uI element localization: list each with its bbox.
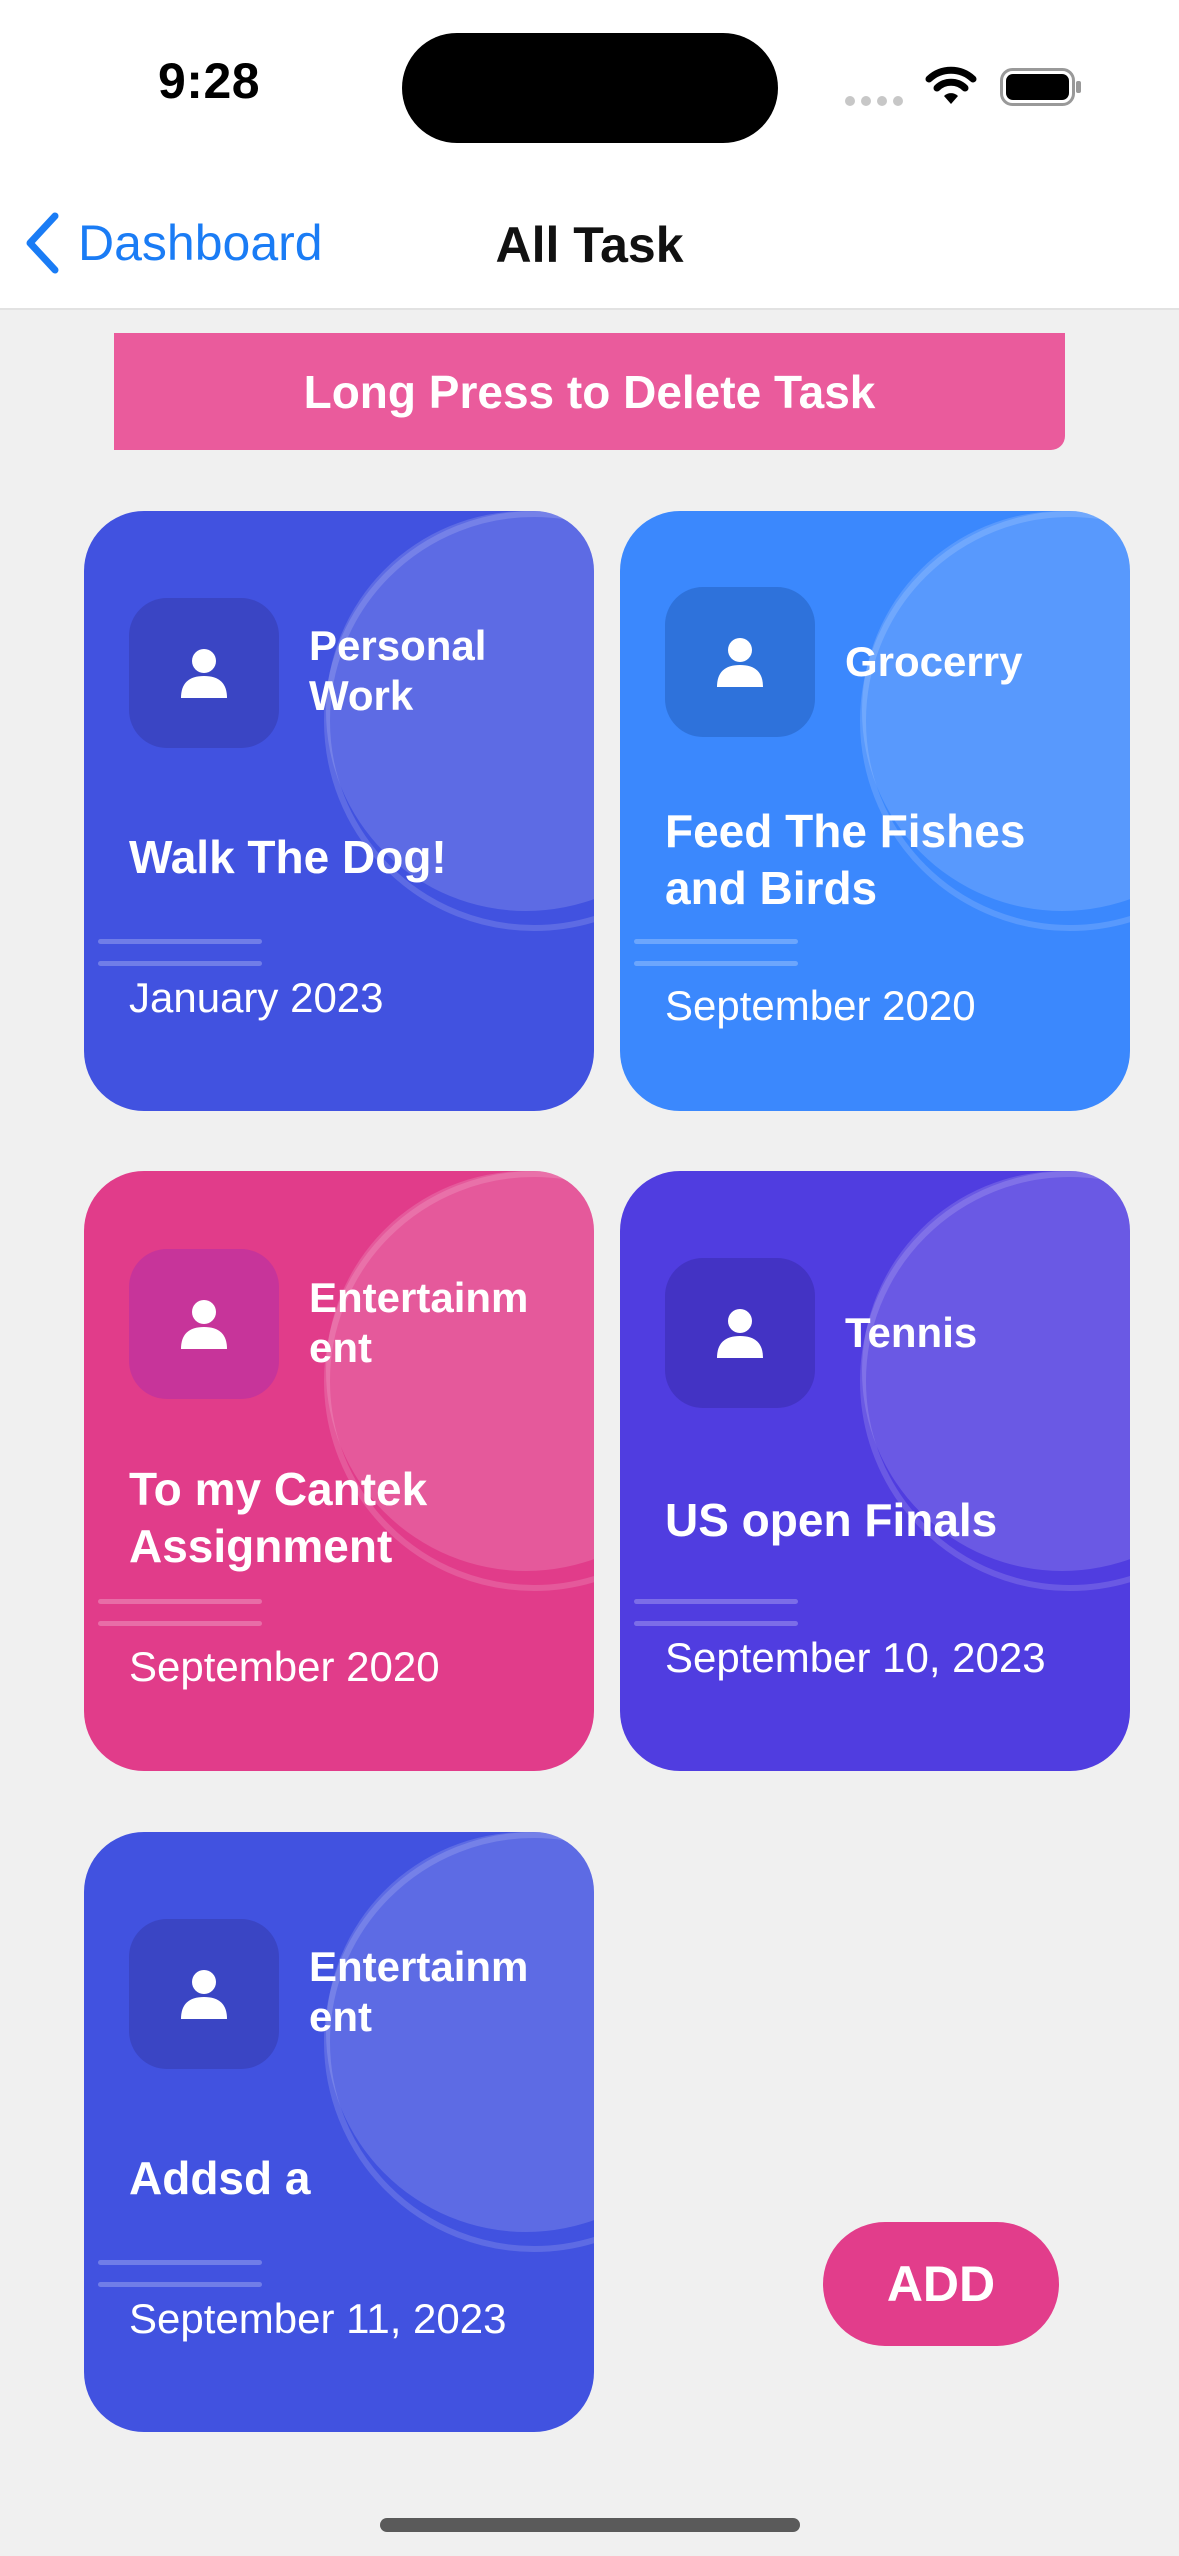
category-icon-box — [665, 587, 815, 737]
category-icon-box — [665, 1258, 815, 1408]
divider — [98, 961, 262, 966]
task-date: September 11, 2023 — [129, 2295, 507, 2342]
divider — [634, 1599, 798, 1604]
battery-icon — [1000, 68, 1081, 106]
task-date: September 2020 — [665, 982, 976, 1029]
task-card[interactable]: Grocerry Feed The Fishes and Birds Septe… — [620, 511, 1130, 1111]
category-icon-box — [129, 598, 279, 748]
delete-hint-banner: Long Press to Delete Task — [114, 333, 1065, 450]
status-time: 9:28 — [158, 53, 261, 109]
category-icon-box — [129, 1249, 279, 1399]
task-title: Addsd a — [129, 2152, 311, 2204]
task-category: Personal Work — [309, 622, 487, 719]
task-date: January 2023 — [129, 974, 384, 1021]
dynamic-island — [402, 33, 778, 143]
person-icon — [181, 1300, 227, 1349]
divider — [98, 939, 262, 944]
navigation-bar: Dashboard All Task — [0, 170, 1179, 310]
task-card[interactable]: Tennis US open Finals September 10, 2023 — [620, 1171, 1130, 1771]
task-card[interactable]: Personal Work Walk The Dog! January 2023 — [84, 511, 594, 1111]
divider — [634, 939, 798, 944]
task-title: US open Finals — [665, 1494, 998, 1546]
task-category: Tennis — [845, 1309, 978, 1356]
task-card[interactable]: Entertainm ent Addsd a September 11, 202… — [84, 1832, 594, 2432]
person-icon — [717, 1309, 763, 1358]
category-icon-box — [129, 1919, 279, 2069]
home-indicator[interactable] — [380, 2518, 800, 2532]
person-icon — [181, 649, 227, 698]
task-category: Entertainm ent — [309, 1274, 529, 1371]
task-category: Grocerry — [845, 638, 1023, 685]
wifi-icon — [925, 66, 977, 104]
divider — [98, 1599, 262, 1604]
page-title: All Task — [495, 217, 684, 273]
task-title: Feed The Fishes and Birds — [665, 805, 1026, 914]
task-title: To my Cantek Assignment — [129, 1463, 428, 1572]
task-card[interactable]: Entertainm ent To my Cantek Assignment S… — [84, 1171, 594, 1771]
divider — [634, 961, 798, 966]
divider — [98, 1621, 262, 1626]
cellular-signal-icon — [845, 96, 905, 106]
status-bar: 9:28 — [0, 0, 1179, 170]
divider — [634, 1621, 798, 1626]
task-date: September 10, 2023 — [665, 1634, 1046, 1681]
add-task-button[interactable]: ADD — [823, 2222, 1059, 2346]
person-icon — [181, 1970, 227, 2019]
divider — [98, 2282, 262, 2287]
task-category: Entertainm ent — [309, 1943, 529, 2040]
person-icon — [717, 638, 763, 687]
task-title: Walk The Dog! — [129, 831, 447, 883]
task-date: September 2020 — [129, 1643, 440, 1690]
divider — [98, 2260, 262, 2265]
